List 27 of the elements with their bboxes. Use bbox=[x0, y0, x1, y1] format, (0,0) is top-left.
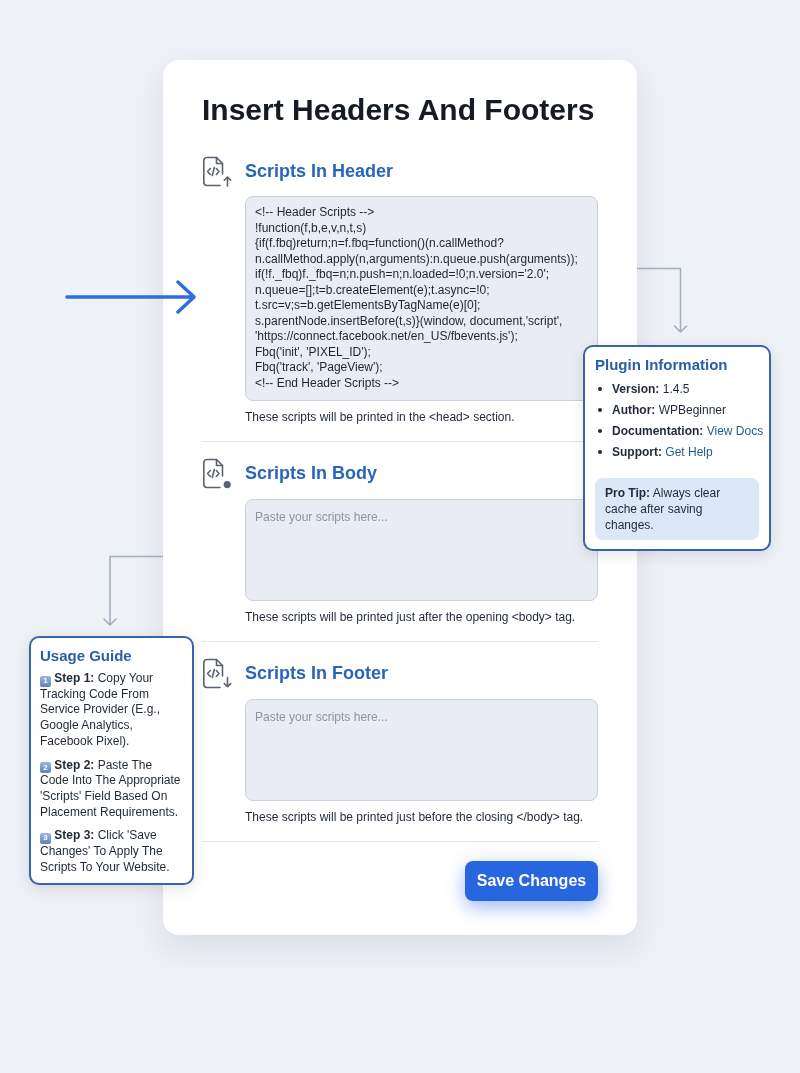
info-item: Author: WPBeginner bbox=[612, 401, 727, 418]
info-link[interactable]: Get Help bbox=[665, 444, 713, 459]
panel-title: Plugin Information bbox=[595, 355, 729, 375]
code-file-dot-icon bbox=[202, 457, 232, 489]
save-button[interactable]: Save Changes bbox=[465, 861, 598, 901]
code-file-up-arrow-icon bbox=[202, 155, 232, 187]
step-text: 1 Step 1: Copy Your Tracking Code From Service Provider (E.g., Google Analytics, Facebook Pixel). bbox=[39, 671, 162, 750]
help-text: These scripts will be printed in the <head> section. bbox=[245, 409, 516, 425]
info-item: Version: 1.4.5 bbox=[612, 380, 690, 397]
step-text: 2 Step 2: Paste The Code Into The Appropriate 'Scripts' Field Based On Placement Requirements. bbox=[39, 757, 182, 821]
step-text: 3 Step 3: Click 'Save Changes' To Apply The Scripts To Your Website. bbox=[39, 828, 171, 876]
bullet-icon bbox=[598, 407, 602, 412]
bullet-icon bbox=[598, 449, 602, 454]
info-item: Support: Get Help bbox=[612, 443, 713, 460]
page-title: Insert Headers And Footers bbox=[202, 92, 596, 128]
info-link[interactable]: View Docs bbox=[706, 423, 764, 438]
panel-title: Usage Guide bbox=[39, 646, 133, 666]
pro-tip-note: Pro Tip: Always clear cache after saving changes. bbox=[595, 478, 759, 540]
help-text: These scripts will be printed just before the closing </body> tag. bbox=[245, 809, 585, 825]
section-heading: Scripts In Body bbox=[245, 462, 378, 485]
section-heading: Scripts In Footer bbox=[245, 662, 388, 685]
help-text: These scripts will be printed just after the opening <body> tag. bbox=[245, 609, 577, 625]
code-file-down-arrow-icon bbox=[202, 657, 232, 689]
info-item: Documentation: View Docs bbox=[612, 422, 764, 439]
section-heading: Scripts In Header bbox=[245, 160, 394, 183]
bullet-icon bbox=[598, 428, 602, 433]
bullet-icon bbox=[598, 386, 602, 391]
